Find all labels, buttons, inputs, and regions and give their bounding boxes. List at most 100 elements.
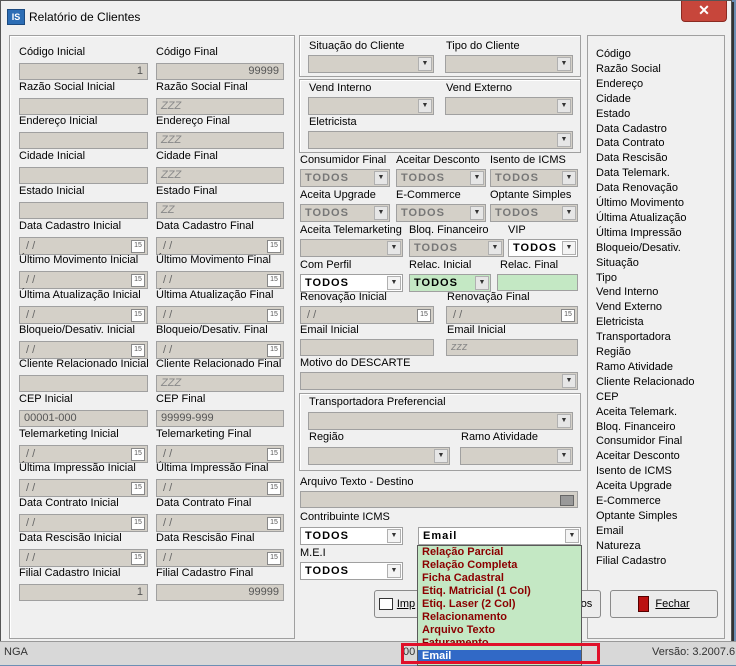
- field-list-item[interactable]: Código: [596, 48, 631, 60]
- aceita-upgrade-combo[interactable]: TODOS ▼: [300, 204, 390, 222]
- field-list-item[interactable]: Tipo: [596, 272, 617, 284]
- calendar-icon[interactable]: 15: [131, 551, 145, 565]
- field-list-item[interactable]: Endereço: [596, 78, 643, 90]
- field-list-item[interactable]: Vend Interno: [596, 286, 658, 298]
- cadastro-inicial-field[interactable]: / / 15: [19, 236, 148, 255]
- chevron-down-icon[interactable]: ▼: [562, 206, 576, 220]
- dropdown-option[interactable]: Etiq. Laser (2 Col): [418, 598, 581, 611]
- arquivo-texto-field[interactable]: [300, 491, 578, 508]
- field-list-item[interactable]: Data Telemark.: [596, 167, 670, 179]
- vend-interno-combo[interactable]: ▼: [308, 97, 434, 115]
- calendar-icon[interactable]: 15: [417, 309, 431, 322]
- field-list-item[interactable]: CEP: [596, 391, 619, 403]
- movimento-final-field[interactable]: / / 15: [156, 271, 284, 290]
- field-list-item[interactable]: E-Commerce: [596, 495, 661, 507]
- atualizacao-final-field[interactable]: / / 15: [156, 305, 284, 324]
- cep-final-field[interactable]: 99999-999: [156, 410, 284, 427]
- field-list-item[interactable]: Aceita Upgrade: [596, 480, 672, 492]
- chevron-down-icon[interactable]: ▼: [565, 529, 579, 543]
- calendar-icon[interactable]: 15: [267, 308, 281, 322]
- field-list-item[interactable]: Transportadora: [596, 331, 671, 343]
- chevron-down-icon[interactable]: ▼: [488, 241, 502, 255]
- calendar-icon[interactable]: 15: [131, 482, 145, 496]
- field-list-item[interactable]: Último Movimento: [596, 197, 684, 209]
- bloqueio-inicial-field[interactable]: / / 15: [19, 340, 148, 359]
- field-list-item[interactable]: Aceitar Desconto: [596, 450, 680, 462]
- calendar-icon[interactable]: 15: [131, 239, 145, 253]
- contrato-inicial-field[interactable]: / / 15: [19, 514, 148, 533]
- endereco-inicial-field[interactable]: [19, 132, 148, 150]
- chevron-down-icon[interactable]: ▼: [470, 171, 484, 185]
- chevron-down-icon[interactable]: ▼: [418, 99, 432, 113]
- movimento-inicial-field[interactable]: / / 15: [19, 271, 148, 290]
- calendar-icon[interactable]: 15: [131, 343, 145, 357]
- field-list-item[interactable]: Cliente Relacionado: [596, 376, 694, 388]
- calendar-icon[interactable]: 15: [131, 308, 145, 322]
- chevron-down-icon[interactable]: ▼: [557, 449, 571, 463]
- razao-final-field[interactable]: ZZZ: [156, 97, 284, 115]
- renovacao-inicial-field[interactable]: / / 15: [300, 306, 434, 324]
- chevron-down-icon[interactable]: ▼: [387, 241, 401, 255]
- relac-inicial-combo[interactable]: TODOS ▼: [409, 274, 491, 292]
- contribuinte-icms-combo[interactable]: TODOS ▼: [300, 527, 403, 545]
- relacionado-final-field[interactable]: ZZZ: [156, 375, 284, 393]
- vip-combo[interactable]: TODOS ▼: [508, 239, 578, 257]
- chevron-down-icon[interactable]: ▼: [470, 206, 484, 220]
- field-list-item[interactable]: Vend Externo: [596, 301, 662, 313]
- vend-externo-combo[interactable]: ▼: [445, 97, 573, 115]
- cadastro-final-field[interactable]: / / 15: [156, 236, 284, 255]
- close-button[interactable]: ✕: [681, 1, 727, 22]
- field-list-item[interactable]: Cidade: [596, 93, 631, 105]
- calendar-icon[interactable]: 15: [131, 517, 145, 531]
- atualizacao-inicial-field[interactable]: / / 15: [19, 305, 148, 324]
- renovacao-final-field[interactable]: / / 15: [446, 306, 578, 324]
- relac-final-field[interactable]: [497, 274, 578, 291]
- dropdown-option[interactable]: Arquivo Texto: [418, 624, 581, 637]
- mei-combo[interactable]: TODOS ▼: [300, 562, 403, 580]
- situacao-combo[interactable]: ▼: [308, 55, 434, 73]
- razao-inicial-field[interactable]: [19, 97, 148, 115]
- chevron-down-icon[interactable]: ▼: [387, 564, 401, 578]
- aceitar-desconto-combo[interactable]: TODOS ▼: [396, 169, 486, 187]
- folder-icon[interactable]: [560, 495, 574, 506]
- telemarketing-inicial-field[interactable]: / / 15: [19, 444, 148, 463]
- cidade-inicial-field[interactable]: [19, 167, 148, 185]
- impressao-final-field[interactable]: / / 15: [156, 479, 284, 498]
- relacionado-inicial-field[interactable]: [19, 375, 148, 393]
- chevron-down-icon[interactable]: ▼: [475, 276, 489, 290]
- calendar-icon[interactable]: 15: [267, 343, 281, 357]
- field-list-item[interactable]: Consumidor Final: [596, 435, 682, 447]
- calendar-icon[interactable]: 15: [267, 239, 281, 253]
- eletricista-combo[interactable]: ▼: [308, 131, 573, 149]
- field-list-item[interactable]: Data Renovação: [596, 182, 678, 194]
- calendar-icon[interactable]: 15: [267, 447, 281, 461]
- chevron-down-icon[interactable]: ▼: [374, 206, 388, 220]
- aceita-telemarketing-combo[interactable]: ▼: [300, 239, 403, 257]
- field-list-item[interactable]: Data Rescisão: [596, 152, 668, 164]
- endereco-final-field[interactable]: ZZZ: [156, 132, 284, 150]
- field-list-item[interactable]: Última Atualização: [596, 212, 687, 224]
- transportadora-combo[interactable]: ▼: [308, 412, 573, 430]
- chevron-down-icon[interactable]: ▼: [418, 57, 432, 71]
- field-list-item[interactable]: Optante Simples: [596, 510, 677, 522]
- field-list-item[interactable]: Aceita Telemark.: [596, 406, 677, 418]
- chevron-down-icon[interactable]: ▼: [562, 374, 576, 388]
- calendar-icon[interactable]: 15: [267, 551, 281, 565]
- field-list-item[interactable]: Eletricista: [596, 316, 644, 328]
- calendar-icon[interactable]: 15: [267, 274, 281, 288]
- codigo-inicial-field[interactable]: 1: [19, 63, 148, 80]
- codigo-final-field[interactable]: 99999: [156, 63, 284, 80]
- chevron-down-icon[interactable]: ▼: [374, 171, 388, 185]
- email-inicial-field[interactable]: [300, 339, 434, 356]
- bloq-financeiro-combo[interactable]: TODOS ▼: [409, 239, 504, 257]
- field-list-item[interactable]: Estado: [596, 108, 630, 120]
- ramo-combo[interactable]: ▼: [460, 447, 573, 465]
- estado-final-field[interactable]: ZZ: [156, 201, 284, 219]
- field-list-item[interactable]: Bloqueio/Desativ.: [596, 242, 681, 254]
- field-list-item[interactable]: Isento de ICMS: [596, 465, 672, 477]
- chevron-down-icon[interactable]: ▼: [562, 241, 576, 255]
- motivo-descarte-combo[interactable]: ▼: [300, 372, 578, 390]
- calendar-icon[interactable]: 15: [267, 482, 281, 496]
- bloqueio-final-field[interactable]: / / 15: [156, 340, 284, 359]
- cidade-final-field[interactable]: ZZZ: [156, 167, 284, 185]
